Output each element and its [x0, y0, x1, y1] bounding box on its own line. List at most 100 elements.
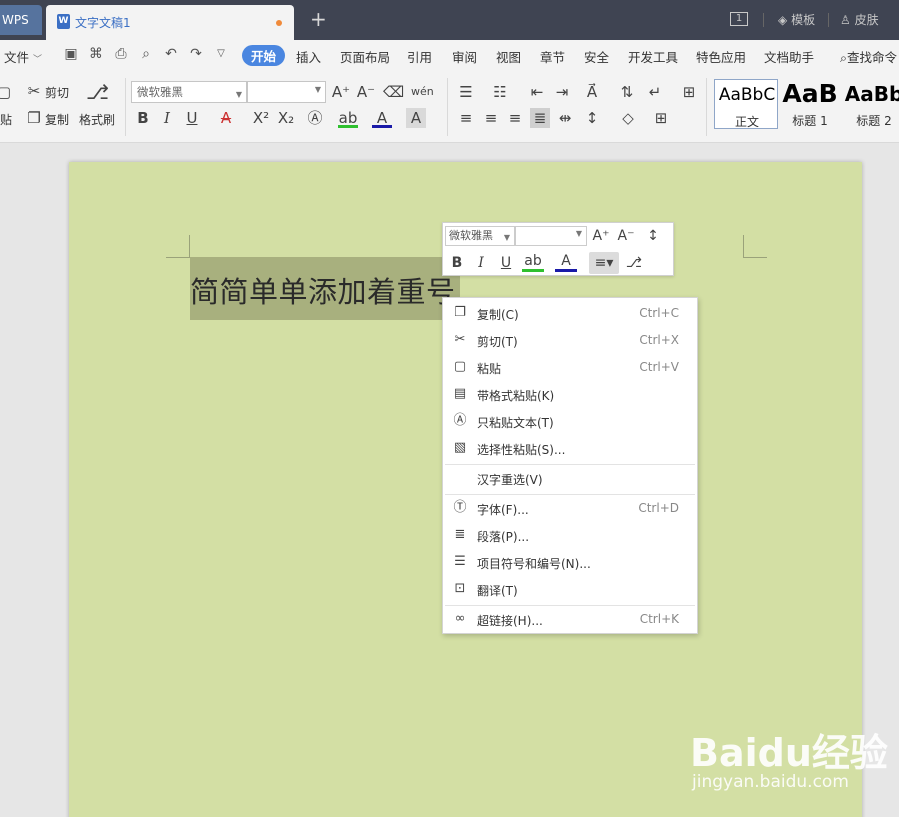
underline-icon[interactable]: U — [182, 108, 202, 128]
increase-indent-icon[interactable]: ⇥ — [552, 82, 572, 102]
align-right-icon[interactable]: ≡ — [505, 108, 525, 128]
underline-icon[interactable]: U — [495, 252, 517, 274]
align-menu-icon[interactable]: ≡▾ — [589, 252, 619, 274]
tab-security[interactable]: 安全 — [584, 47, 609, 66]
cut-button[interactable]: 剪切 — [45, 84, 69, 101]
border-icon[interactable]: ⊞ — [651, 108, 671, 128]
tab-view[interactable]: 视图 — [496, 47, 521, 66]
tab-insert[interactable]: 插入 — [296, 47, 321, 66]
menu-item-label: 段落(P)... — [477, 530, 530, 544]
superscript-icon[interactable]: X² — [251, 108, 271, 128]
font-size-select[interactable]: ▼ — [247, 81, 326, 103]
bold-icon[interactable]: B — [133, 108, 153, 128]
justify-icon[interactable]: ≣ — [530, 108, 550, 128]
wps-home-tab[interactable]: WPS — [0, 5, 42, 35]
tab-home[interactable]: 开始 — [242, 45, 286, 66]
distribute-icon[interactable]: ⇹ — [555, 108, 575, 128]
menu-item-paragraph[interactable]: ≣ 段落(P)... — [443, 522, 697, 549]
format-brush-icon[interactable]: ⌘ — [87, 45, 105, 63]
new-tab-button[interactable]: + — [310, 8, 327, 30]
copy-icon[interactable]: ❐ — [24, 108, 44, 128]
customize-quickbar-icon[interactable]: ▽ — [212, 45, 230, 63]
copy-button[interactable]: 复制 — [45, 111, 69, 128]
shading-icon[interactable]: ◇ — [618, 108, 638, 128]
italic-icon[interactable]: I — [157, 108, 177, 128]
clear-format-icon[interactable]: ⌫ — [383, 82, 404, 102]
sort-icon[interactable]: ⇅ — [617, 82, 637, 102]
italic-icon[interactable]: I — [470, 252, 492, 274]
paste-icon[interactable]: ▢ — [0, 82, 14, 102]
format-painter-icon[interactable]: ⎇ — [86, 82, 109, 102]
numbering-icon[interactable]: ☷ — [490, 82, 510, 102]
font-color-icon[interactable]: A — [555, 252, 577, 272]
tab-doc-assistant[interactable]: 文档助手 — [764, 47, 814, 66]
table-grid-icon[interactable]: ⊞ — [679, 82, 699, 102]
style-heading-2[interactable]: AaBb 标题 2 — [842, 79, 899, 129]
highlight-icon[interactable]: ab — [522, 252, 544, 272]
print-icon[interactable]: ⎙ — [112, 45, 130, 63]
menu-item-paste-text-only[interactable]: Ⓐ 只粘贴文本(T) — [443, 408, 697, 435]
ribbon-divider — [125, 78, 126, 136]
text-direction-icon[interactable]: A⃗ — [582, 82, 602, 102]
phonetic-guide-icon[interactable]: wén — [411, 82, 434, 102]
template-button[interactable]: ◈ 模板 — [778, 11, 815, 28]
font-color-icon[interactable]: A — [372, 108, 392, 128]
menu-item-cut[interactable]: ✂ 剪切(T) Ctrl+X — [443, 327, 697, 354]
decrease-indent-icon[interactable]: ⇤ — [527, 82, 547, 102]
char-shading-icon[interactable]: A — [406, 108, 426, 128]
menu-item-reconvert[interactable]: 汉字重选(V) — [443, 465, 697, 492]
menu-item-paste-keep-format[interactable]: ▤ 带格式粘贴(K) — [443, 381, 697, 408]
bold-icon[interactable]: B — [446, 252, 468, 274]
font-name-select[interactable]: 微软雅黑 ▼ — [131, 81, 247, 103]
titlebar-divider — [828, 13, 829, 27]
line-spacing-icon[interactable]: ↕ — [582, 108, 602, 128]
shrink-font-icon[interactable]: A⁻ — [356, 82, 376, 102]
mini-size-select[interactable]: ▼ — [515, 226, 587, 246]
undo-icon[interactable]: ↶ — [162, 45, 180, 63]
style-heading-1[interactable]: AaB 标题 1 — [778, 79, 842, 129]
menu-item-paste[interactable]: ▢ 粘贴 Ctrl+V — [443, 354, 697, 381]
text-effect-icon[interactable]: Ⓐ — [305, 108, 325, 128]
file-menu[interactable]: 文件 ﹀ — [4, 47, 42, 66]
bullets-icon[interactable]: ☰ — [456, 82, 476, 102]
menu-item-font[interactable]: Ⓣ 字体(F)... Ctrl+D — [443, 495, 697, 522]
shrink-font-icon[interactable]: A⁻ — [615, 225, 637, 247]
strikethrough-icon[interactable]: A — [216, 108, 236, 128]
line-spacing-icon[interactable]: ↕ — [642, 225, 664, 247]
tab-features[interactable]: 特色应用 — [696, 47, 746, 66]
redo-icon[interactable]: ↷ — [187, 45, 205, 63]
tab-chapter[interactable]: 章节 — [540, 47, 565, 66]
grow-font-icon[interactable]: A⁺ — [331, 82, 351, 102]
menu-item-translate[interactable]: ⊡ 翻译(T) — [443, 576, 697, 603]
paragraph-icon: ≣ — [454, 527, 466, 542]
align-left-icon[interactable]: ≡ — [456, 108, 476, 128]
tab-page-layout[interactable]: 页面布局 — [340, 47, 390, 66]
format-painter-button[interactable]: 格式刷 — [79, 111, 115, 128]
menu-item-hyperlink[interactable]: ∞ 超链接(H)... Ctrl+K — [443, 606, 697, 633]
mini-font-select[interactable]: 微软雅黑 ▼ — [445, 226, 515, 246]
tab-developer[interactable]: 开发工具 — [628, 47, 678, 66]
scissors-icon[interactable]: ✂ — [24, 81, 44, 101]
menu-item-shortcut: Ctrl+C — [639, 306, 679, 320]
window-count-badge[interactable]: 1 — [730, 12, 748, 26]
line-break-icon[interactable]: ↵ — [645, 82, 665, 102]
document-body-text[interactable]: 简简单单添加着重号 — [190, 269, 456, 311]
format-painter-icon[interactable]: ⎇ — [623, 252, 645, 274]
paste-icon: ▢ — [453, 359, 467, 374]
menu-item-copy[interactable]: ❐ 复制(C) Ctrl+C — [443, 300, 697, 327]
style-normal[interactable]: AaBbC 正文 — [714, 79, 778, 129]
tab-references[interactable]: 引用 — [407, 47, 432, 66]
print-preview-icon[interactable]: ⌕ — [137, 45, 155, 63]
tab-review[interactable]: 审阅 — [452, 47, 477, 66]
document-tab[interactable]: W 文字文稿1 — [46, 5, 294, 40]
menu-item-paste-special[interactable]: ▧ 选择性粘贴(S)... — [443, 435, 697, 462]
align-center-icon[interactable]: ≡ — [481, 108, 501, 128]
highlight-icon[interactable]: ab — [338, 108, 358, 128]
skin-button[interactable]: ♙ 皮肤 — [840, 11, 879, 28]
save-icon[interactable]: ▣ — [62, 45, 80, 63]
grow-font-icon[interactable]: A⁺ — [590, 225, 612, 247]
command-search[interactable]: ⌕查找命令 — [840, 47, 897, 66]
paste-button[interactable]: 贴 — [0, 111, 12, 128]
subscript-icon[interactable]: X₂ — [276, 108, 296, 128]
menu-item-bullets-numbering[interactable]: ☰ 项目符号和编号(N)... — [443, 549, 697, 576]
